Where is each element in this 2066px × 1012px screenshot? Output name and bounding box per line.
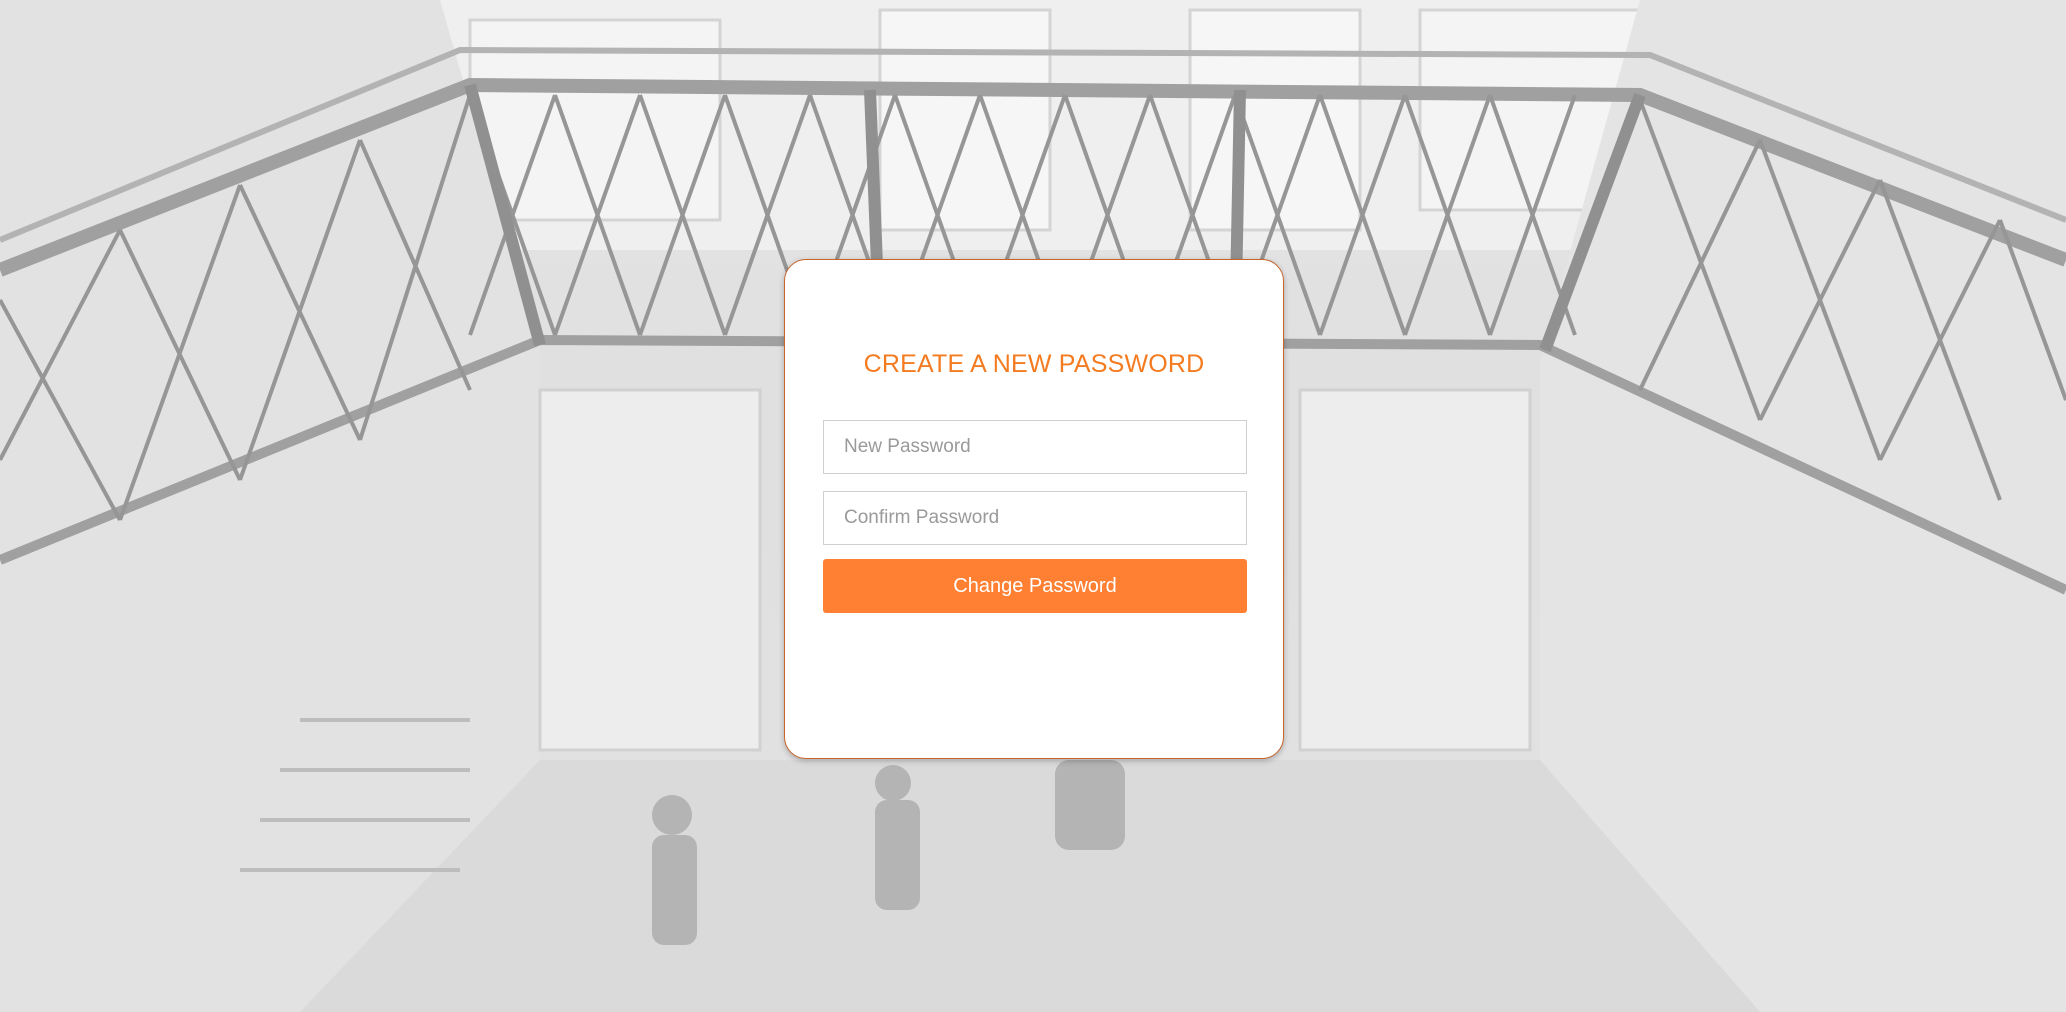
change-password-button[interactable]: Change Password — [823, 559, 1247, 613]
confirm-password-input[interactable] — [823, 491, 1247, 545]
new-password-input[interactable] — [823, 420, 1247, 474]
page-title: CREATE A NEW PASSWORD — [863, 350, 1205, 378]
password-reset-card: CREATE A NEW PASSWORD Change Password — [784, 259, 1284, 759]
